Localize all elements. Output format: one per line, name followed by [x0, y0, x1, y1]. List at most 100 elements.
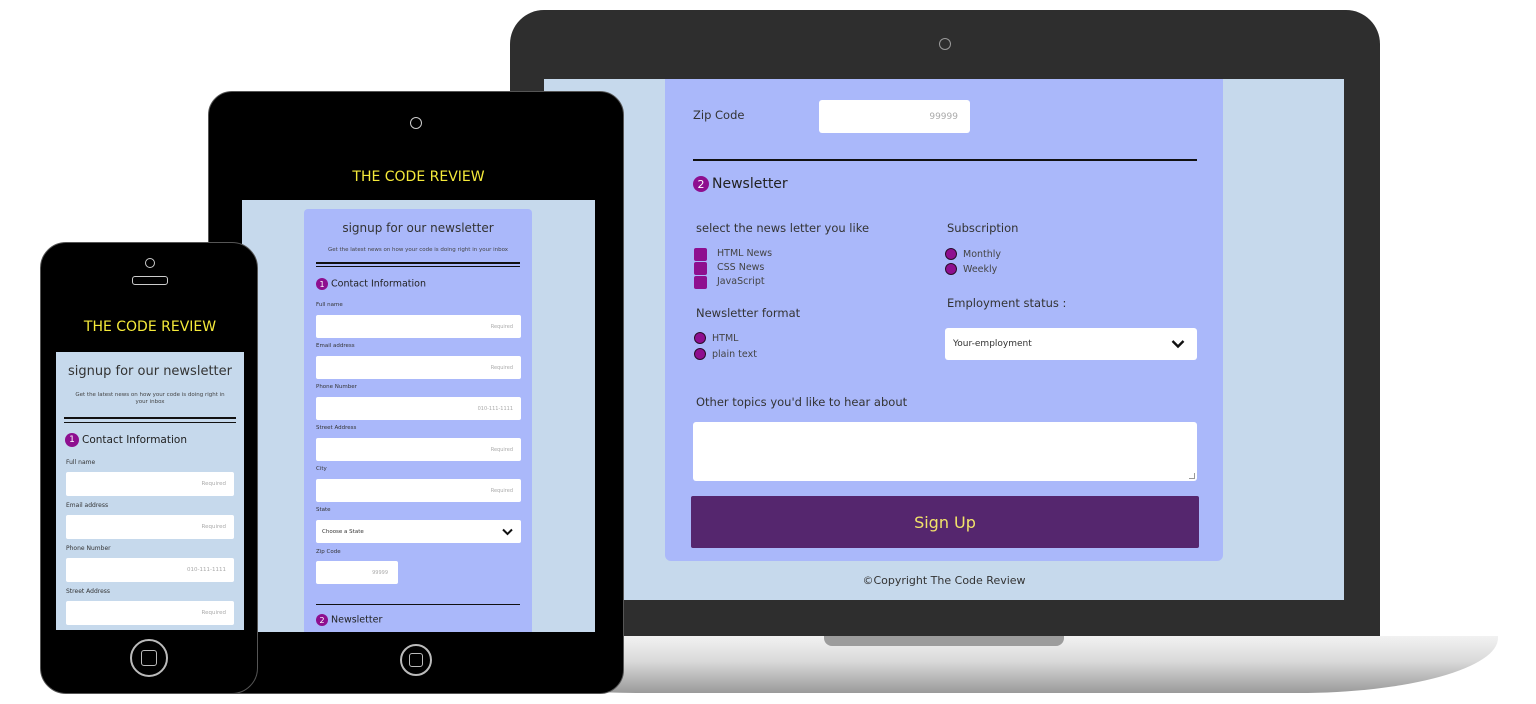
employment-select[interactable]: Your-employment	[945, 328, 1197, 360]
other-topics-textarea[interactable]	[693, 422, 1197, 481]
monthly-radio[interactable]	[945, 248, 957, 260]
form-title: signup for our newsletter	[342, 221, 494, 235]
resize-grip-icon[interactable]	[1189, 473, 1195, 479]
format-plain-text-radio[interactable]	[694, 348, 706, 360]
title-divider	[64, 417, 236, 419]
title-divider-thin	[316, 266, 520, 267]
zip-code-label: Zip Code	[316, 549, 341, 555]
state-label: State	[316, 507, 331, 513]
contact-heading-text: Contact Information	[331, 278, 426, 290]
site-title: THE CODE REVIEW	[83, 319, 217, 335]
email-label: Email address	[316, 343, 355, 349]
newsletter-section-heading: 2 Newsletter	[316, 614, 382, 626]
zip-code-input[interactable]: 99999	[316, 561, 398, 584]
laptop-camera	[939, 38, 951, 50]
employment-status-label: Employment status :	[947, 296, 1067, 310]
section-divider	[316, 604, 520, 605]
tablet-home-button	[400, 644, 432, 676]
contact-heading-text: Contact Information	[82, 434, 187, 446]
phone-screen: THE CODE REVIEW signup for our newslette…	[56, 302, 244, 630]
city-placeholder: Required	[490, 487, 513, 494]
phone-camera	[145, 258, 155, 268]
format-plain-text-label: plain text	[712, 349, 757, 360]
subscription-label: Subscription	[947, 221, 1019, 235]
chevron-down-icon	[502, 528, 513, 535]
employment-select-value: Your-employment	[953, 339, 1032, 349]
weekly-label: Weekly	[963, 264, 998, 275]
html-news-label: HTML News	[717, 248, 773, 259]
phone-number-input[interactable]: 010-111-1111	[316, 397, 521, 420]
street-address-placeholder: Required	[201, 610, 226, 616]
city-input[interactable]: Required	[316, 479, 521, 502]
css-news-checkbox[interactable]	[694, 262, 707, 275]
zip-code-label: Zip Code	[693, 108, 745, 122]
section-divider	[693, 159, 1197, 161]
home-square-icon	[409, 653, 423, 667]
step-badge: 2	[316, 614, 328, 626]
zip-code-placeholder: 99999	[929, 111, 958, 122]
phone-number-label: Phone Number	[66, 545, 111, 552]
step-badge: 2	[693, 176, 709, 192]
zip-code-input[interactable]: 99999	[819, 100, 970, 133]
street-address-placeholder: Required	[490, 446, 513, 453]
tablet-screen: THE CODE REVIEW signup for our newslette…	[242, 153, 595, 632]
monthly-label: Monthly	[963, 249, 1002, 260]
full-name-placeholder: Required	[490, 323, 513, 330]
city-label: City	[316, 466, 327, 472]
email-input[interactable]: Required	[66, 515, 234, 539]
contact-section-heading: 1 Contact Information	[65, 433, 187, 447]
html-news-checkbox[interactable]	[694, 248, 707, 261]
phone-number-placeholder: 010-111-1111	[187, 567, 226, 573]
phone-number-input[interactable]: 010-111-1111	[66, 558, 234, 582]
street-address-input[interactable]: Required	[316, 438, 521, 461]
home-square-icon	[141, 650, 157, 666]
step-badge: 1	[65, 433, 79, 447]
street-address-input[interactable]: Required	[66, 601, 234, 625]
phone-speaker	[132, 276, 168, 285]
other-topics-label: Other topics you'd like to hear about	[696, 395, 908, 409]
email-input[interactable]: Required	[316, 356, 521, 379]
site-header: THE CODE REVIEW	[242, 153, 595, 200]
email-placeholder: Required	[490, 364, 513, 371]
state-select-value: Choose a State	[322, 528, 364, 535]
contact-section-heading: 1 Contact Information	[316, 278, 426, 290]
newsletter-select-label: select the news letter you like	[696, 221, 870, 235]
phone-home-button	[130, 639, 168, 677]
css-news-label: CSS News	[717, 262, 765, 273]
full-name-label: Full name	[316, 302, 343, 308]
newsletter-format-label: Newsletter format	[696, 306, 801, 320]
chevron-down-icon	[1171, 340, 1185, 349]
title-divider	[316, 262, 520, 264]
email-label: Email address	[66, 502, 109, 509]
title-divider-thin	[64, 422, 236, 423]
full-name-input[interactable]: Required	[316, 315, 521, 338]
laptop-screen: Zip Code 99999 2 Newsletter select the ne…	[544, 79, 1344, 600]
format-html-label: HTML	[712, 333, 739, 344]
laptop-hinge-notch	[824, 636, 1064, 646]
full-name-placeholder: Required	[201, 481, 226, 487]
newsletter-heading-text: Newsletter	[331, 614, 383, 626]
footer-copyright: ©Copyright The Code Review	[862, 574, 1026, 587]
street-address-label: Street Address	[66, 588, 111, 595]
sign-up-button[interactable]: Sign Up	[691, 496, 1199, 548]
form-subtitle: Get the latest news on how your code is …	[327, 247, 509, 253]
newsletter-form-panel: Zip Code 99999 2 Newsletter select the ne…	[665, 79, 1223, 561]
signup-form-panel: signup for our newsletter Get the latest…	[304, 209, 532, 632]
tablet-camera	[410, 117, 422, 129]
phone-device: THE CODE REVIEW signup for our newslette…	[40, 242, 258, 694]
form-title: signup for our newsletter	[68, 364, 232, 379]
javascript-checkbox[interactable]	[694, 276, 707, 289]
site-header: THE CODE REVIEW	[56, 302, 244, 352]
newsletter-heading-text: Newsletter	[712, 176, 788, 192]
street-address-label: Street Address	[316, 425, 357, 431]
phone-number-label: Phone Number	[316, 384, 357, 390]
format-html-radio[interactable]	[694, 332, 706, 344]
state-select[interactable]: Choose a State	[316, 520, 521, 543]
full-name-label: Full name	[66, 459, 96, 466]
tablet-device: THE CODE REVIEW signup for our newslette…	[208, 91, 624, 694]
form-subtitle: Get the latest news on how your code is …	[75, 392, 225, 406]
phone-number-placeholder: 010-111-1111	[477, 405, 513, 412]
site-title: THE CODE REVIEW	[352, 168, 485, 185]
full-name-input[interactable]: Required	[66, 472, 234, 496]
weekly-radio[interactable]	[945, 263, 957, 275]
